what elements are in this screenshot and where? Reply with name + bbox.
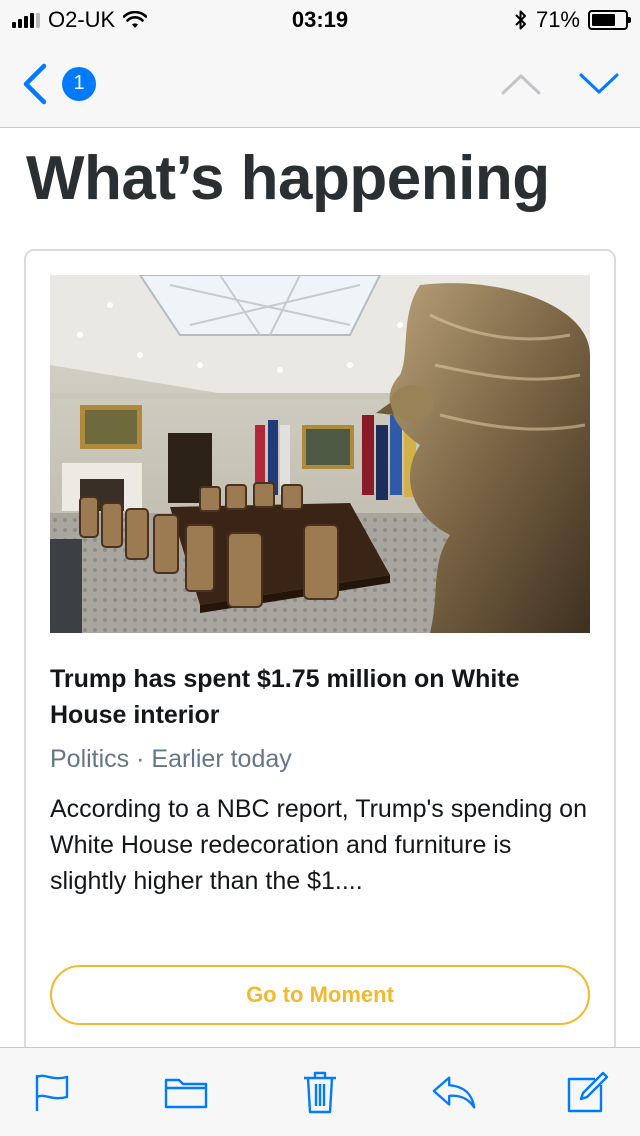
signal-icon	[12, 12, 40, 28]
flag-icon[interactable]	[28, 1068, 76, 1116]
folder-icon[interactable]	[162, 1068, 210, 1116]
carrier-label: O2-UK	[48, 7, 116, 32]
article-photo[interactable]	[50, 275, 590, 633]
article-meta: Politics · Earlier today	[50, 745, 292, 773]
page-title: What’s happening	[26, 144, 550, 213]
reply-icon[interactable]	[430, 1068, 478, 1116]
battery-fill	[592, 14, 615, 26]
back-group[interactable]: 1	[20, 62, 96, 106]
mail-nav-bar: 1	[0, 40, 640, 128]
message-body: What’s happening Trump has spent $1.75 m…	[0, 129, 640, 1047]
go-to-moment-button[interactable]: Go to Moment	[50, 965, 590, 1025]
message-nav-arrows	[500, 72, 620, 96]
chevron-up-icon[interactable]	[500, 72, 542, 96]
compose-icon[interactable]	[564, 1068, 612, 1116]
mail-toolbar	[0, 1047, 640, 1136]
article-headline[interactable]: Trump has spent $1.75 million on White H…	[50, 661, 590, 733]
trash-icon[interactable]	[296, 1068, 344, 1116]
moment-card[interactable]: Trump has spent $1.75 million on White H…	[24, 249, 616, 1047]
battery-icon	[588, 10, 631, 30]
status-left: O2-UK	[12, 7, 148, 33]
article-summary: According to a NBC report, Trump's spend…	[50, 795, 587, 895]
status-right: 71%	[514, 7, 631, 33]
status-bar: O2-UK 03:19 71%	[0, 0, 640, 40]
bluetooth-icon	[515, 10, 526, 30]
unread-badge[interactable]: 1	[62, 66, 96, 101]
battery-percent: 71%	[535, 7, 580, 32]
wifi-icon	[123, 11, 148, 28]
chevron-down-icon[interactable]	[578, 72, 620, 96]
back-chevron-icon[interactable]	[20, 62, 50, 106]
